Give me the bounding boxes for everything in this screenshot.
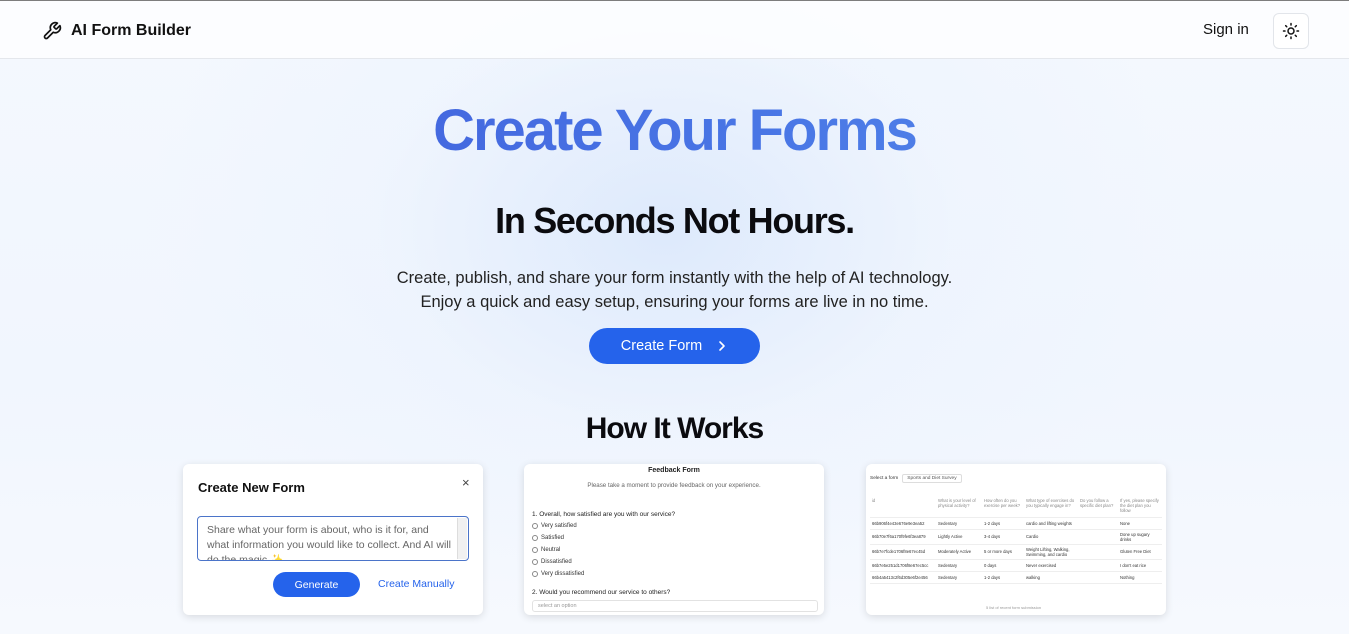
how-it-works-title: How It Works <box>585 412 764 445</box>
table-cell: 1-2 days <box>982 571 1024 584</box>
table-cell: Gluten Free Diet <box>1118 544 1162 560</box>
form-description: Please take a moment to provide feedback… <box>587 482 761 489</box>
create-form-dialog-preview: Create New Form × Share what your form i… <box>183 464 483 615</box>
option-label: Neutral <box>541 547 561 553</box>
chevron-right-icon <box>719 341 725 351</box>
table-cell <box>1078 571 1118 584</box>
table-cell: Sedentary <box>936 571 982 584</box>
form-title: Feedback Form <box>648 467 700 474</box>
form-selector: Select a form Sports and Diet Survey <box>870 474 962 483</box>
radio-option[interactable]: Satisfied <box>532 535 564 541</box>
table-cell: Nothing <box>1118 571 1162 584</box>
table-cell <box>1078 559 1118 572</box>
brand-name: AI Form Builder <box>71 22 192 39</box>
column-header: Do you follow a specific diet plan? <box>1078 495 1118 518</box>
table-cell: Lightly Active <box>936 529 982 545</box>
column-header: What is your level of physical activity? <box>936 495 982 518</box>
table-cell: 66b7e7fcde1706f8e67ec45d <box>870 544 936 560</box>
table-cell: 66b7e5e251d1706f8e67ec5cc <box>870 559 936 572</box>
sun-icon <box>1282 22 1300 40</box>
radio-icon <box>532 571 538 577</box>
top-navbar: AI Form Builder Sign in <box>0 0 1349 59</box>
submissions-table: id What is your level of physical activi… <box>870 495 1162 584</box>
table-row: 66b7e7fcde1706f8e67ec45d Moderately Acti… <box>870 544 1162 560</box>
table-row: 66b4a5413c2f6d305e6f2e456 Sedentary 1-2 … <box>870 571 1162 584</box>
table-cell: Weight Lifting, Walking, Swimming, and c… <box>1024 544 1078 560</box>
radio-option[interactable]: Dissatisfied <box>532 559 572 565</box>
generate-button[interactable]: Generate <box>273 572 360 597</box>
hero-subtitle: In Seconds Not Hours. <box>495 200 855 241</box>
table-footer: 5 list of recent form submission <box>986 605 1042 610</box>
table-cell: None <box>1118 517 1162 530</box>
radio-icon <box>532 559 538 565</box>
brand-link[interactable]: AI Form Builder <box>42 19 191 43</box>
create-form-button[interactable]: Create Form <box>589 328 760 364</box>
table-cell: Sedentary <box>936 559 982 572</box>
question-1: 1. Overall, how satisfied are you with o… <box>532 511 676 518</box>
table-cell: 66b4a5413c2f6d305e6f2e456 <box>870 571 936 584</box>
table-cell <box>1078 529 1118 545</box>
textarea-scrollbar[interactable] <box>457 518 467 559</box>
sign-in-link[interactable]: Sign in <box>1203 21 1249 38</box>
radio-option[interactable]: Neutral <box>532 547 560 553</box>
table-cell: walking <box>1024 571 1078 584</box>
table-cell: Moderately Active <box>936 544 982 560</box>
table-header-row: id What is your level of physical activi… <box>870 495 1162 518</box>
table-cell: 1-2 days <box>982 517 1024 530</box>
hero-description-line-1: Create, publish, and share your form ins… <box>396 269 953 287</box>
table-cell: Done up sugary drinks <box>1118 529 1162 545</box>
table-cell: I don't eat rice <box>1118 559 1162 572</box>
column-header: How often do you exercise per week? <box>982 495 1024 518</box>
form-description-textarea[interactable]: Share what your form is about, who is it… <box>197 516 469 561</box>
question-2: 2. Would you recommend our service to ot… <box>532 589 671 596</box>
column-header: What type of exercises do you typically … <box>1024 495 1078 518</box>
radio-icon <box>532 547 538 553</box>
table-cell: Sedentary <box>936 517 982 530</box>
close-icon[interactable]: × <box>462 475 470 490</box>
wrench-icon <box>43 21 62 40</box>
hero-title: Create Your Forms <box>0 97 1349 164</box>
dialog-title: Create New Form <box>198 480 305 495</box>
table-cell: Never exercised <box>1024 559 1078 572</box>
submissions-table-preview: Select a form Sports and Diet Survey id … <box>866 464 1166 615</box>
column-header: If yes, please specify the diet plan you… <box>1118 495 1162 518</box>
option-label: Dissatisfied <box>541 559 572 565</box>
table-row: 66b906f4e43e676e9e3ea52 Sedentary 1-2 da… <box>870 517 1162 530</box>
table-cell: 66b906f4e43e676e9e3ea52 <box>870 517 936 530</box>
table-cell: Cardio <box>1024 529 1078 545</box>
table-cell <box>1078 517 1118 530</box>
radio-icon <box>532 523 538 529</box>
table-cell: cardio and lifting weights <box>1024 517 1078 530</box>
table-cell: 0 days <box>982 559 1024 572</box>
form-select-dropdown[interactable]: Sports and Diet Survey <box>902 474 962 483</box>
column-header: id <box>870 495 936 518</box>
option-label: Very dissatisfied <box>541 571 585 577</box>
table-cell <box>1078 544 1118 560</box>
hero-description: Create, publish, and share your form ins… <box>0 266 1349 314</box>
feedback-form-preview: Feedback Form Please take a moment to pr… <box>524 464 824 615</box>
table-row: 66b7e5e251d1706f8e67ec5cc Sedentary 0 da… <box>870 559 1162 572</box>
table-cell: 5 or more days <box>982 544 1024 560</box>
option-label: Very satisfied <box>541 523 577 529</box>
table-row: 66b70e7f6a170f9fe6f3ea879 Lightly Active… <box>870 529 1162 545</box>
radio-option[interactable]: Very dissatisfied <box>532 571 584 577</box>
create-form-label: Create Form <box>620 338 703 354</box>
table-cell: 3-4 days <box>982 529 1024 545</box>
create-manually-link[interactable]: Create Manually <box>378 578 454 590</box>
table-cell: 66b70e7f6a170f9fe6f3ea879 <box>870 529 936 545</box>
select-form-label: Select a form <box>870 476 899 481</box>
recommend-select[interactable]: select an option <box>532 600 818 612</box>
theme-toggle-button[interactable] <box>1273 13 1309 49</box>
hero-description-line-2: Enjoy a quick and easy setup, ensuring y… <box>420 293 929 311</box>
option-label: Satisfied <box>541 535 565 541</box>
textarea-placeholder: Share what your form is about, who is it… <box>207 524 451 561</box>
radio-option[interactable]: Very satisfied <box>532 523 577 529</box>
radio-icon <box>532 535 538 541</box>
